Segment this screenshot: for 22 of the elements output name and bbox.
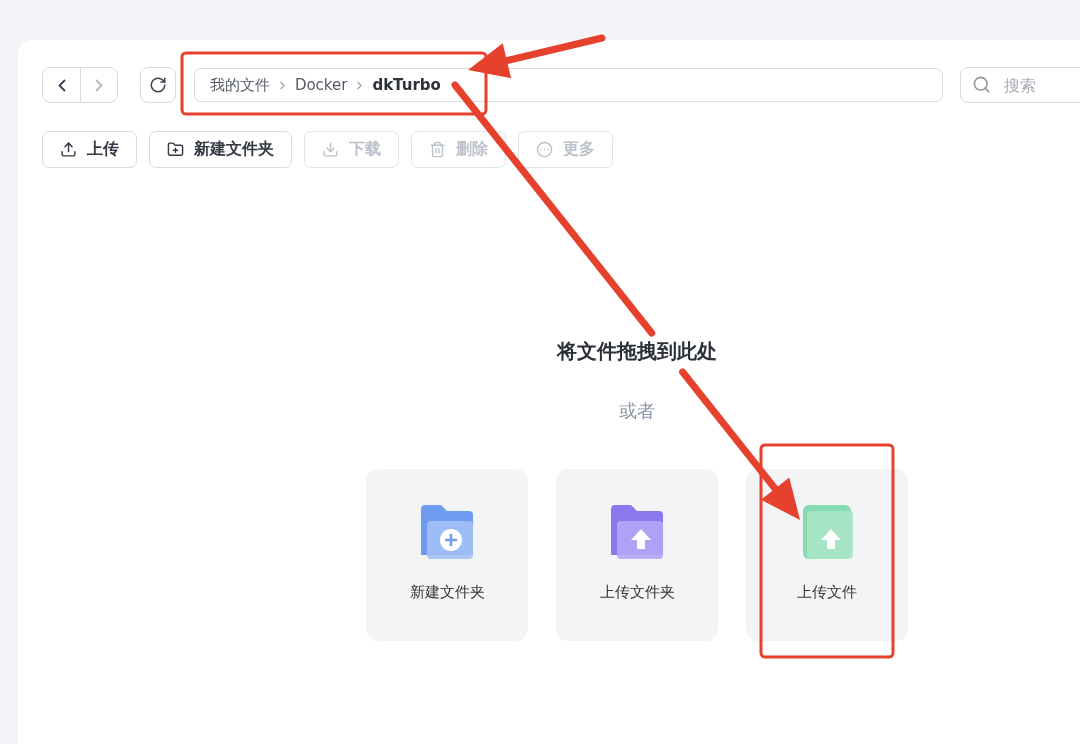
ellipsis-icon [536, 141, 553, 158]
or-text: 或者 [619, 399, 655, 423]
refresh-button[interactable] [140, 67, 176, 103]
folder-plus-icon [167, 141, 184, 158]
action-card[interactable]: 上传文件夹 [556, 469, 718, 641]
refresh-icon [148, 76, 167, 94]
action-card[interactable]: 新建文件夹 [366, 469, 528, 641]
chevron-left-icon [57, 78, 66, 92]
search-field[interactable]: 搜索 [960, 67, 1080, 103]
drop-title: 将文件拖拽到此处 [557, 338, 717, 365]
trash-icon [429, 141, 446, 158]
action-card[interactable]: 上传文件 [746, 469, 908, 641]
chevron-right-icon [95, 78, 103, 92]
upload-icon [60, 141, 77, 158]
breadcrumb-item[interactable]: 我的文件 [209, 75, 270, 95]
breadcrumb-item[interactable]: dkTurbo [372, 76, 441, 94]
toolbar-button[interactable]: 新建文件夹 [149, 131, 292, 168]
breadcrumb-item[interactable]: Docker [294, 76, 348, 94]
toolbar-button[interactable]: 上传 [42, 131, 137, 168]
search-icon [972, 75, 991, 94]
download-icon [322, 141, 339, 158]
path-field[interactable]: 我的文件 Docker dkTurbo [193, 68, 943, 102]
